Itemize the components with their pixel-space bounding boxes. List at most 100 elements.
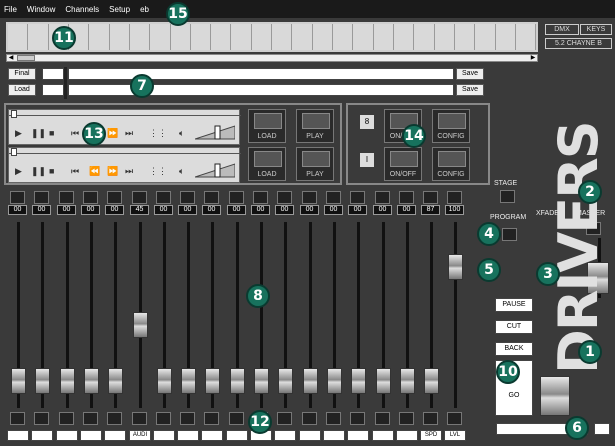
channel-knob[interactable] [423,191,438,204]
volume-slider[interactable] [195,124,235,140]
menu-setup[interactable]: Setup [109,5,130,14]
player2-play-button[interactable]: PLAY [296,147,334,181]
save-button[interactable]: Save [456,68,484,80]
channel-knob[interactable] [253,191,268,204]
channel-fader[interactable] [303,368,318,394]
script-number-2[interactable] [42,84,64,96]
channel-fader[interactable] [278,368,293,394]
channel-select-button[interactable] [34,412,49,425]
play-icon[interactable]: ▶ [15,128,22,139]
channel-select-button[interactable] [375,412,390,425]
channel-select-button[interactable] [277,412,292,425]
channel-select-button[interactable] [423,412,438,425]
volume-slider[interactable] [195,162,235,178]
program-button[interactable] [502,228,517,241]
channel-knob[interactable] [59,191,74,204]
effect2-onoff-button[interactable]: ON/OFF [384,147,422,181]
channel-fader[interactable] [11,368,26,394]
forward-icon[interactable]: ⏩ [107,166,118,177]
pause-button[interactable]: PAUSE [495,298,533,312]
script-name-field-1[interactable] [68,68,454,80]
channel-fader[interactable] [60,368,75,394]
rewind-start-icon[interactable]: ⏮ [71,166,79,177]
player1-play-button[interactable]: PLAY [296,109,334,143]
cut-button[interactable]: CUT [495,320,533,334]
channel-select-button[interactable] [180,412,195,425]
channel-fader[interactable] [400,368,415,394]
menu-eb[interactable]: eb [140,5,149,14]
scroll-right-icon[interactable]: ▶ [529,55,537,61]
channel-knob[interactable] [107,191,122,204]
channel-knob[interactable] [229,191,244,204]
channel-select-button[interactable] [302,412,317,425]
stop-icon[interactable]: ■ [49,166,54,176]
rewind-start-icon[interactable]: ⏮ [71,128,79,139]
channel-select-button[interactable] [10,412,25,425]
menu-window[interactable]: Window [27,5,55,14]
channel-fader[interactable] [157,368,172,394]
channel-fader[interactable] [84,368,99,394]
effect2-config-button[interactable]: CONFIG [432,147,470,181]
channel-select-button[interactable] [107,412,122,425]
channel-fader[interactable] [254,368,269,394]
channel-fader[interactable] [108,368,123,394]
script-number-1[interactable] [42,68,64,80]
channel-knob[interactable] [180,191,195,204]
channel-knob[interactable] [350,191,365,204]
timeline-scrollbar[interactable]: ◀ ▶ [6,54,538,62]
channel-select-button[interactable] [326,412,341,425]
load-script-button[interactable]: Load [8,84,36,96]
channel-knob[interactable] [302,191,317,204]
channel-fader[interactable] [133,312,148,338]
channel-knob[interactable] [277,191,292,204]
channel-select-button[interactable] [83,412,98,425]
channel-knob[interactable] [204,191,219,204]
channel-select-button[interactable] [132,412,147,425]
forward-icon[interactable]: ⏩ [107,128,118,139]
position-slider[interactable] [9,148,241,156]
channel-knob[interactable] [132,191,147,204]
menu-channels[interactable]: Channels [65,5,99,14]
channel-select-button[interactable] [447,412,462,425]
playlist-icon[interactable]: ⋮⋮ [149,128,167,139]
channel-select-button[interactable] [204,412,219,425]
channel-select-button[interactable] [350,412,365,425]
channel-knob[interactable] [375,191,390,204]
channel-select-button[interactable] [229,412,244,425]
stage-button[interactable] [500,190,515,203]
playlist-icon[interactable]: ⋮⋮ [149,166,167,177]
script-name-field-2[interactable] [68,84,454,96]
forward-end-icon[interactable]: ⏭ [125,128,133,139]
channel-fader[interactable] [351,368,366,394]
player2-load-button[interactable]: LOAD [248,147,286,181]
save-button-2[interactable]: Save [456,84,484,96]
play-icon[interactable]: ▶ [15,166,22,177]
channel-fader[interactable] [424,368,439,394]
pause-icon[interactable]: ❚❚ [31,166,46,177]
channel-fader[interactable] [205,368,220,394]
channel-fader[interactable] [376,368,391,394]
stop-icon[interactable]: ■ [49,128,54,138]
channel-fader[interactable] [327,368,342,394]
back-button[interactable]: BACK [495,342,533,356]
channel-select-button[interactable] [156,412,171,425]
channel-fader[interactable] [230,368,245,394]
position-slider[interactable] [9,110,241,118]
channel-knob[interactable] [34,191,49,204]
forward-end-icon[interactable]: ⏭ [125,166,133,177]
channel-select-button[interactable] [59,412,74,425]
scroll-thumb[interactable] [17,55,35,61]
channel-knob[interactable] [447,191,462,204]
menu-file[interactable]: File [4,5,17,14]
channel-knob[interactable] [399,191,414,204]
channel-fader[interactable] [181,368,196,394]
player1-load-button[interactable]: LOAD [248,109,286,143]
channel-fader[interactable] [35,368,50,394]
scroll-left-icon[interactable]: ◀ [7,55,15,61]
channel-knob[interactable] [156,191,171,204]
channel-fader[interactable] [448,254,463,280]
channel-knob[interactable] [83,191,98,204]
channel-knob[interactable] [10,191,25,204]
final-button[interactable]: Final [8,68,36,80]
pause-icon[interactable]: ❚❚ [31,128,46,139]
